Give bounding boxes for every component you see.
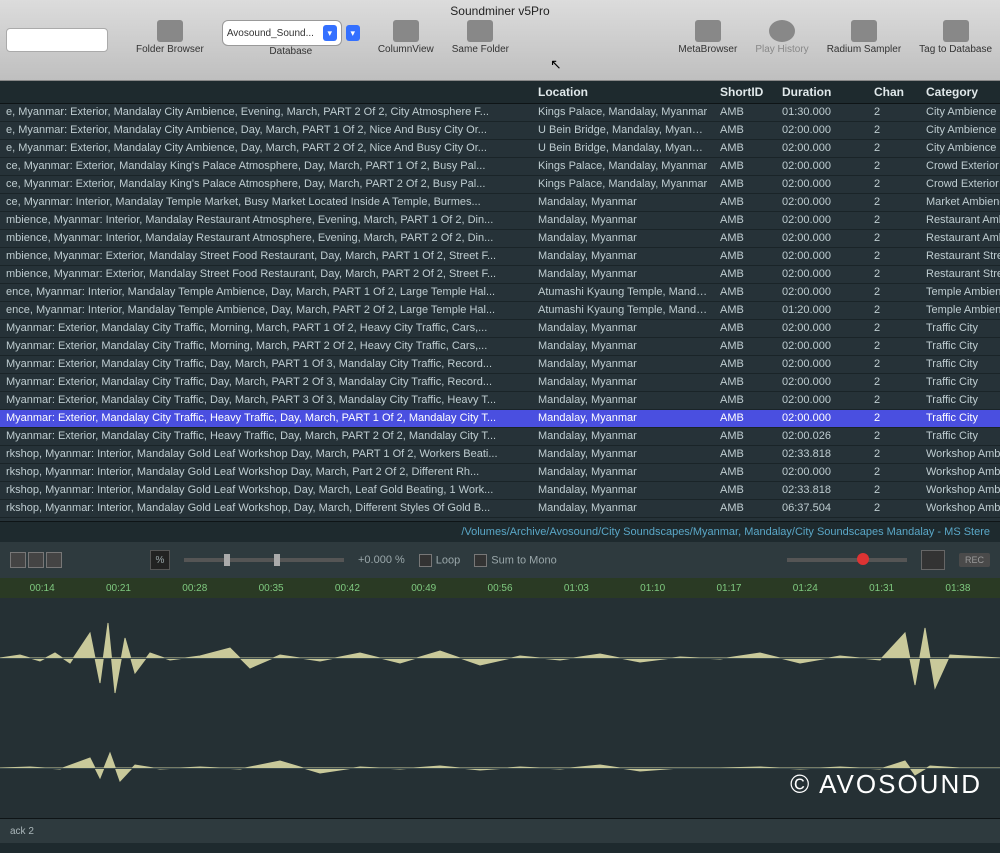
table-row[interactable]: rkshop, Myanmar: Interior, Mandalay Gold… (0, 446, 1000, 464)
table-row[interactable]: ce, Myanmar: Exterior, Mandalay King's P… (0, 158, 1000, 176)
record-button[interactable]: REC (959, 553, 990, 567)
timeline-tick: 00:35 (233, 583, 309, 594)
col-duration[interactable]: Duration (776, 81, 868, 104)
database-selector[interactable]: Avosound_Sound... ▾ ▾ Database (222, 20, 360, 57)
same-folder-icon (467, 20, 493, 42)
play-history-button[interactable]: Play History (755, 20, 808, 55)
timeline-tick: 00:14 (4, 583, 80, 594)
tag-icon (943, 20, 969, 42)
footer-bar: ack 2 (0, 818, 1000, 843)
playback-controls (10, 552, 62, 568)
timeline-ruler[interactable]: 00:1400:2100:2800:3500:4200:4900:5601:03… (0, 578, 1000, 598)
table-row[interactable]: Myanmar: Exterior, Mandalay City Traffic… (0, 338, 1000, 356)
track-label: ack 2 (10, 826, 34, 837)
table-row[interactable]: Myanmar: Exterior, Mandalay City Traffic… (0, 410, 1000, 428)
folder-browser-label: Folder Browser (136, 44, 204, 55)
table-row[interactable]: ce, Myanmar: Interior, Mandalay Temple M… (0, 194, 1000, 212)
play-history-label: Play History (755, 44, 808, 55)
timeline-tick: 01:03 (538, 583, 614, 594)
table-row[interactable]: mbience, Myanmar: Exterior, Mandalay Str… (0, 266, 1000, 284)
timeline-tick: 00:42 (309, 583, 385, 594)
meta-browser-label: MetaBrowser (678, 44, 737, 55)
play-button[interactable] (28, 552, 44, 568)
column-view-button[interactable]: ColumnView (378, 20, 434, 55)
table-row[interactable]: mbience, Myanmar: Exterior, Mandalay Str… (0, 248, 1000, 266)
database-action-button[interactable]: ▾ (346, 25, 360, 41)
columns-icon (695, 20, 721, 42)
column-view-label: ColumnView (378, 44, 434, 55)
clock-icon (769, 20, 795, 42)
speed-readout: +0.000 % (358, 554, 405, 566)
volume-slider[interactable] (787, 558, 907, 562)
timeline-tick: 01:24 (767, 583, 843, 594)
database-label: Database (269, 46, 312, 57)
transport-bar: % +0.000 % Loop Sum to Mono REC (0, 542, 1000, 578)
col-shortid[interactable]: ShortID (714, 81, 776, 104)
timeline-tick: 00:28 (157, 583, 233, 594)
table-row[interactable]: e, Myanmar: Exterior, Mandalay City Ambi… (0, 122, 1000, 140)
results-table: Location ShortID Duration Chan Category … (0, 81, 1000, 521)
table-row[interactable]: Myanmar: Exterior, Mandalay City Traffic… (0, 374, 1000, 392)
table-row[interactable]: rkshop, Myanmar: Interior, Mandalay Gold… (0, 464, 1000, 482)
timeline-tick: 01:38 (920, 583, 996, 594)
tag-to-database-label: Tag to Database (919, 44, 992, 55)
table-row[interactable]: ence, Myanmar: Interior, Mandalay Temple… (0, 284, 1000, 302)
percent-icon[interactable]: % (150, 550, 170, 570)
file-path: /Volumes/Archive/Avosound/City Soundscap… (0, 521, 1000, 542)
timeline-tick: 00:49 (386, 583, 462, 594)
search-input[interactable] (6, 28, 108, 52)
column-view-icon (393, 20, 419, 42)
cursor-icon: ↖ (550, 56, 562, 73)
table-row[interactable]: rkshop, Myanmar: Interior, Mandalay Gold… (0, 500, 1000, 518)
folder-browser-button[interactable]: Folder Browser (136, 20, 204, 55)
timeline-tick: 00:56 (462, 583, 538, 594)
timeline-tick: 01:10 (615, 583, 691, 594)
col-location[interactable]: Location (532, 81, 714, 104)
table-row[interactable]: Myanmar: Exterior, Mandalay City Traffic… (0, 392, 1000, 410)
prev-button[interactable] (10, 552, 26, 568)
table-row[interactable]: e, Myanmar: Exterior, Mandalay City Ambi… (0, 140, 1000, 158)
watermark: © AVOSOUND (790, 769, 982, 800)
same-folder-button[interactable]: Same Folder (452, 20, 509, 55)
table-row[interactable]: mbience, Myanmar: Interior, Mandalay Res… (0, 230, 1000, 248)
sampler-icon (851, 20, 877, 42)
toolbar: Soundminer v5Pro ↖ Folder Browser Avosou… (0, 0, 1000, 81)
table-row[interactable]: mbience, Myanmar: Interior, Mandalay Res… (0, 212, 1000, 230)
timeline-tick: 01:17 (691, 583, 767, 594)
speed-slider[interactable] (184, 558, 344, 562)
window-title: Soundminer v5Pro (0, 4, 1000, 18)
timeline-tick: 01:31 (843, 583, 919, 594)
table-row[interactable]: e, Myanmar: Exterior, Mandalay City Ambi… (0, 104, 1000, 122)
timeline-tick: 00:21 (80, 583, 156, 594)
grid-view-icon[interactable] (921, 550, 945, 570)
table-row[interactable]: Myanmar: Exterior, Mandalay City Traffic… (0, 320, 1000, 338)
folder-icon (157, 20, 183, 42)
next-button[interactable] (46, 552, 62, 568)
table-row[interactable]: Myanmar: Exterior, Mandalay City Traffic… (0, 356, 1000, 374)
col-category[interactable]: Category (920, 81, 1000, 104)
radium-sampler-label: Radium Sampler (827, 44, 901, 55)
table-row[interactable]: ce, Myanmar: Exterior, Mandalay King's P… (0, 176, 1000, 194)
table-header-row: Location ShortID Duration Chan Category (0, 81, 1000, 104)
radium-sampler-button[interactable]: Radium Sampler (827, 20, 901, 55)
sum-to-mono-checkbox[interactable]: Sum to Mono (474, 554, 556, 567)
waveform-channel-1 (0, 613, 1000, 703)
same-folder-label: Same Folder (452, 44, 509, 55)
meta-browser-button[interactable]: MetaBrowser (678, 20, 737, 55)
chevron-down-icon: ▾ (323, 25, 337, 41)
tag-to-database-button[interactable]: Tag to Database (919, 20, 992, 55)
table-row[interactable]: rkshop, Myanmar: Interior, Mandalay Gold… (0, 482, 1000, 500)
table-row[interactable]: Myanmar: Exterior, Mandalay City Traffic… (0, 428, 1000, 446)
table-row[interactable]: ence, Myanmar: Interior, Mandalay Temple… (0, 302, 1000, 320)
col-chan[interactable]: Chan (868, 81, 920, 104)
loop-checkbox[interactable]: Loop (419, 554, 460, 567)
col-description[interactable] (0, 81, 532, 104)
waveform-display[interactable]: © AVOSOUND (0, 598, 1000, 818)
database-dropdown[interactable]: Avosound_Sound... ▾ (222, 20, 342, 46)
